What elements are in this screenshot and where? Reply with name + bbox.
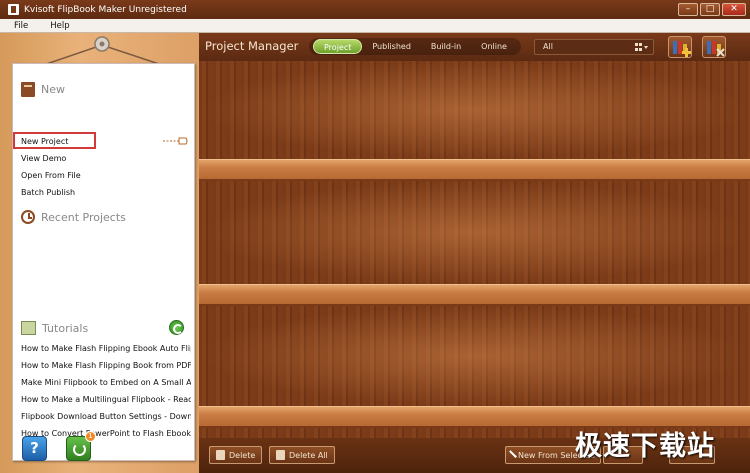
tutorial-link[interactable]: How to Make Flash Flipping Ebook Auto Fl… [21, 344, 191, 353]
tutorial-link[interactable]: Flipbook Download Button Settings - Down… [21, 412, 191, 421]
tutorial-link[interactable]: How to Convert PowerPoint to Flash Ebook… [21, 429, 191, 438]
tutorials-section-header: Tutorials [21, 321, 88, 335]
app-icon [8, 4, 19, 15]
shelf-row [199, 61, 750, 159]
view-demo-link[interactable]: View Demo [21, 154, 191, 163]
delete-all-icon [276, 450, 285, 460]
shelf-plank [199, 159, 750, 181]
tab-project[interactable]: Project [313, 39, 363, 54]
watermark: 极速下载站 [575, 431, 715, 462]
title-bar: Kvisoft FlipBook Maker Unregistered – □ … [0, 0, 750, 19]
tutorials-section-title: Tutorials [42, 321, 89, 335]
delete-icon [216, 450, 225, 460]
close-button[interactable]: ✕ [722, 3, 746, 16]
menu-bar: File Help [0, 19, 750, 33]
delete-all-button[interactable]: Delete All [269, 446, 335, 464]
check-icon [509, 449, 517, 458]
filter-value: All [543, 42, 553, 51]
batch-publish-link[interactable]: Batch Publish [21, 188, 191, 197]
help-button[interactable]: ? [22, 436, 47, 461]
bookshelf [199, 61, 750, 438]
tab-group: Project Published Build-in Online [309, 38, 521, 55]
tutorials-icon [21, 321, 36, 335]
left-panel: New New Project View Demo Open From File… [0, 33, 199, 473]
sidebar-sheet: New New Project View Demo Open From File… [12, 63, 195, 461]
filter-dropdown[interactable]: All [534, 39, 654, 55]
tutorial-link[interactable]: How to Make Flash Flipping Book from PDF [21, 361, 191, 370]
update-count-badge: 1 [85, 431, 96, 442]
open-from-file-link[interactable]: Open From File [21, 171, 191, 180]
tutorial-link[interactable]: Make Mini Flipbook to Embed on A Small A… [21, 378, 191, 387]
window-controls: – □ ✕ [678, 3, 746, 16]
maximize-button[interactable]: □ [700, 3, 720, 16]
shelf-row [199, 306, 750, 406]
add-book-button[interactable] [668, 36, 692, 58]
menu-help[interactable]: Help [36, 21, 77, 31]
tab-online[interactable]: Online [471, 39, 517, 54]
recent-section-title: Recent Projects [41, 210, 126, 224]
window-title: Kvisoft FlipBook Maker Unregistered [24, 4, 187, 15]
tab-build-in[interactable]: Build-in [421, 39, 471, 54]
x-icon [716, 48, 725, 57]
delete-all-label: Delete All [289, 450, 328, 460]
project-manager-header: Project Manager Project Published Build-… [199, 33, 750, 61]
grid-view-icon[interactable] [635, 43, 649, 52]
recent-section-header: Recent Projects [21, 210, 126, 224]
new-section-header: New [21, 82, 65, 97]
delete-button[interactable]: Delete [209, 446, 263, 464]
hand-pointer-icon [163, 137, 188, 145]
menu-file[interactable]: File [0, 21, 36, 31]
book-icon [21, 82, 35, 97]
clock-icon [21, 210, 35, 224]
remove-book-button[interactable] [702, 36, 726, 58]
shelf-plank [199, 284, 750, 306]
shelf-row [199, 181, 750, 284]
page-title: Project Manager [205, 39, 299, 53]
tutorial-link[interactable]: How to Make a Multilingual Flipbook - Re… [21, 395, 191, 404]
refresh-tutorials-icon[interactable] [169, 320, 184, 335]
tab-published[interactable]: Published [362, 39, 421, 54]
plus-icon [682, 48, 691, 57]
delete-label: Delete [229, 450, 256, 460]
new-section-title: New [41, 83, 65, 96]
minimize-button[interactable]: – [678, 3, 698, 16]
